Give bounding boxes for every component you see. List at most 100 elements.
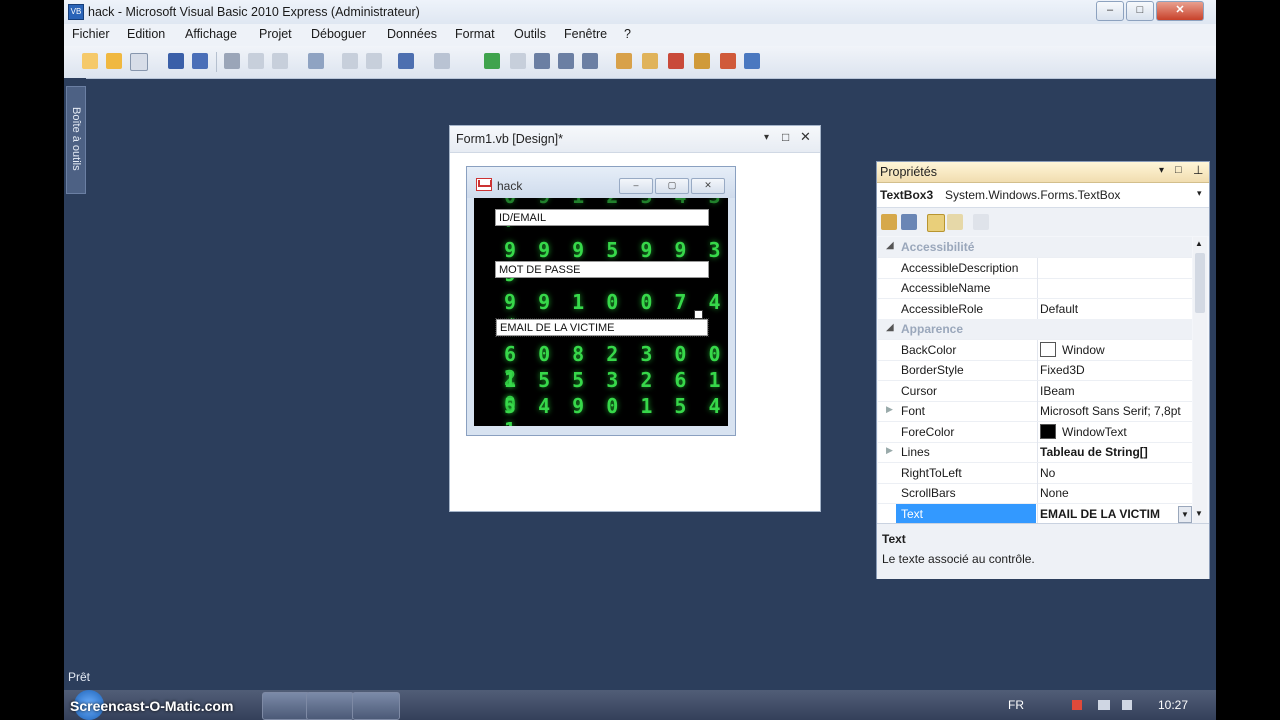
- chevron-down-icon[interactable]: ▾: [1197, 188, 1202, 199]
- find-icon[interactable]: [308, 53, 324, 69]
- property-value[interactable]: Tableau de String[]: [1040, 445, 1148, 459]
- property-row[interactable]: BorderStyle Fixed3D: [878, 360, 1192, 381]
- collapse-icon[interactable]: ◢: [886, 322, 894, 333]
- expand-icon[interactable]: ▶: [886, 445, 893, 456]
- smart-tag-handle[interactable]: [694, 310, 703, 319]
- save-icon[interactable]: [168, 53, 184, 69]
- volume-icon[interactable]: [1122, 700, 1132, 710]
- property-value[interactable]: None: [1040, 486, 1069, 500]
- collapse-icon[interactable]: ◢: [886, 240, 894, 251]
- property-row[interactable]: AccessibleRole Default: [878, 298, 1192, 320]
- toolbox-tab[interactable]: Boîte à outils: [66, 86, 86, 194]
- toolbox-icon[interactable]: [694, 53, 710, 69]
- menu-edition[interactable]: Edition: [127, 27, 165, 41]
- network-icon[interactable]: [1098, 700, 1110, 710]
- property-value[interactable]: Microsoft Sans Serif; 7,8pt: [1040, 404, 1181, 418]
- cut-icon[interactable]: [224, 53, 240, 69]
- menu-help[interactable]: ?: [624, 27, 631, 41]
- property-row[interactable]: AccessibleDescription: [878, 257, 1192, 279]
- step-out-icon[interactable]: [582, 53, 598, 69]
- property-value[interactable]: Window: [1062, 343, 1105, 357]
- expand-icon[interactable]: ▶: [886, 404, 893, 415]
- menu-fenetre[interactable]: Fenêtre: [564, 27, 607, 41]
- stop-icon[interactable]: [510, 53, 526, 69]
- object-browser-icon[interactable]: [668, 53, 684, 69]
- property-row[interactable]: ScrollBars None: [878, 483, 1192, 504]
- menu-affichage[interactable]: Affichage: [185, 27, 237, 41]
- property-row[interactable]: Cursor IBeam: [878, 380, 1192, 402]
- uncomment-icon[interactable]: [366, 53, 382, 69]
- language-indicator[interactable]: FR: [1008, 698, 1024, 712]
- property-pages-icon[interactable]: [973, 214, 989, 230]
- taskbar-app-button[interactable]: [306, 692, 354, 720]
- property-row[interactable]: RightToLeft No: [878, 462, 1192, 484]
- taskbar-vb-button[interactable]: [352, 692, 400, 720]
- property-value[interactable]: Default: [1040, 302, 1078, 316]
- password-textbox[interactable]: MOT DE PASSE: [495, 261, 709, 278]
- toolbar-separator: [216, 52, 217, 72]
- property-row[interactable]: ▶ Font Microsoft Sans Serif; 7,8pt: [878, 401, 1192, 422]
- property-grid-scrollbar[interactable]: ▲ ▼: [1193, 237, 1207, 523]
- add-item-icon[interactable]: [130, 53, 148, 71]
- property-value[interactable]: IBeam: [1040, 384, 1075, 398]
- letterbox-left: [0, 0, 64, 720]
- menu-fichier[interactable]: Fichier: [72, 27, 110, 41]
- menu-donnees[interactable]: Données: [387, 27, 437, 41]
- taskbar-app-button[interactable]: [262, 692, 310, 720]
- categorized-icon[interactable]: [881, 214, 897, 230]
- properties-window-icon[interactable]: [642, 53, 658, 69]
- open-folder-icon[interactable]: [106, 53, 122, 69]
- value-dropdown-button[interactable]: ▼: [1178, 505, 1192, 523]
- property-row[interactable]: BackColor Window: [878, 339, 1192, 361]
- category-name: Apparence: [901, 322, 964, 336]
- scroll-down-icon[interactable]: ▼: [1195, 509, 1203, 518]
- property-row[interactable]: AccessibleName: [878, 278, 1192, 299]
- start-debug-icon[interactable]: [484, 53, 500, 69]
- property-row[interactable]: ForeColor WindowText: [878, 421, 1192, 443]
- property-row[interactable]: Text EMAIL DE LA VICTIM ▼: [878, 503, 1192, 523]
- dropdown-icon[interactable]: ▾: [764, 132, 769, 143]
- property-value[interactable]: WindowText: [1062, 425, 1127, 439]
- step-over-icon[interactable]: [558, 53, 574, 69]
- maximize-button[interactable]: □: [1126, 1, 1154, 21]
- alphabetical-icon[interactable]: [901, 214, 917, 230]
- email-textbox[interactable]: ID/EMAIL: [495, 209, 709, 226]
- menu-outils[interactable]: Outils: [514, 27, 546, 41]
- step-into-icon[interactable]: [534, 53, 550, 69]
- save-all-icon[interactable]: [192, 53, 208, 69]
- menu-projet[interactable]: Projet: [259, 27, 292, 41]
- minimize-button[interactable]: –: [1096, 1, 1124, 21]
- solution-explorer-icon[interactable]: [616, 53, 632, 69]
- copy-icon[interactable]: [248, 53, 264, 69]
- scroll-up-icon[interactable]: ▲: [1195, 239, 1203, 248]
- property-value[interactable]: Fixed3D: [1040, 363, 1085, 377]
- menu-deboguer[interactable]: Déboguer: [311, 27, 366, 41]
- close-button[interactable]: ✕: [1156, 1, 1204, 21]
- scroll-thumb[interactable]: [1195, 253, 1205, 313]
- undo-icon[interactable]: [398, 53, 414, 69]
- clock[interactable]: 10:27: [1158, 698, 1188, 712]
- paste-icon[interactable]: [272, 53, 288, 69]
- property-row[interactable]: ▶ Lines Tableau de String[]: [878, 442, 1192, 463]
- property-value[interactable]: EMAIL DE LA VICTIM: [1040, 507, 1160, 521]
- menu-format[interactable]: Format: [455, 27, 495, 41]
- close-doc-icon[interactable]: ✕: [800, 129, 811, 145]
- events-icon[interactable]: [947, 214, 963, 230]
- victim-email-textbox[interactable]: EMAIL DE LA VICTIME: [495, 318, 709, 337]
- pin-icon[interactable]: ⊥: [1193, 163, 1203, 177]
- property-category[interactable]: ◢ Apparence: [878, 319, 1192, 340]
- object-selector[interactable]: TextBox3 System.Windows.Forms.TextBox ▾: [877, 183, 1209, 208]
- panel-dropdown-icon[interactable]: ▾: [1159, 165, 1164, 176]
- window-layout-icon[interactable]: [744, 53, 760, 69]
- maximize-doc-icon[interactable]: □: [782, 130, 789, 144]
- property-category[interactable]: ◢ Accessibilité: [878, 237, 1192, 258]
- properties-tab-icon[interactable]: [927, 214, 945, 232]
- designer-tab[interactable]: Form1.vb [Design]* ▾ □ ✕: [450, 126, 820, 153]
- redo-icon[interactable]: [434, 53, 450, 69]
- comment-icon[interactable]: [342, 53, 358, 69]
- flag-icon[interactable]: [1072, 700, 1082, 710]
- property-value[interactable]: No: [1040, 466, 1055, 480]
- error-list-icon[interactable]: [720, 53, 736, 69]
- new-project-icon[interactable]: [82, 53, 98, 69]
- panel-maximize-icon[interactable]: □: [1175, 164, 1182, 176]
